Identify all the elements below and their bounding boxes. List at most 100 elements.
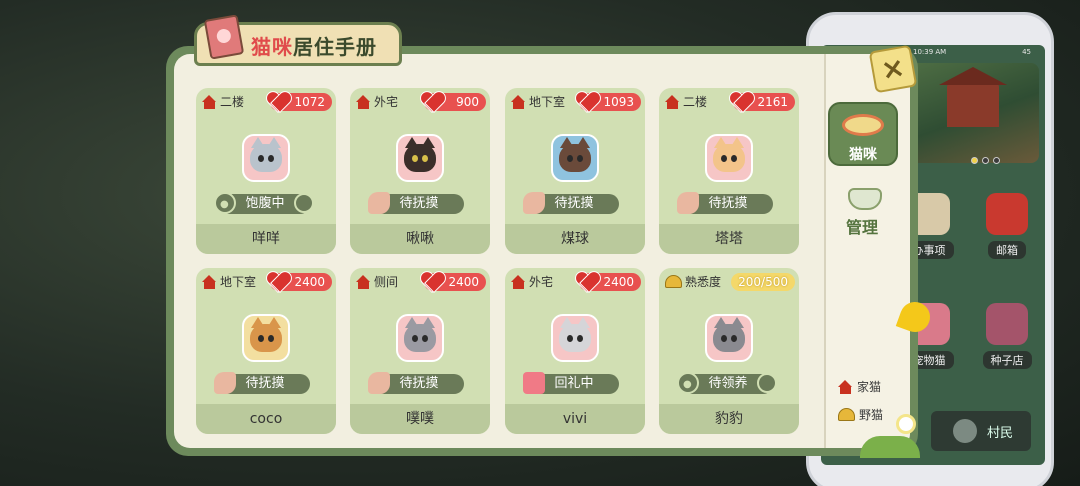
fish-bone-icon [842,114,884,136]
title-rest: 居住手册 [293,35,377,59]
legend-label: 野猫 [859,408,884,422]
status-pill[interactable]: 待抚摸 [214,372,310,394]
cat-face-icon [250,137,282,172]
affection-value: 2400 [294,275,325,289]
familiarity-badge: 200/500 [731,273,795,291]
cat-face-icon [250,317,282,352]
phone-app-label: 种子店 [982,351,1032,369]
cat-face-icon [713,137,745,172]
affection-value: 1072 [294,95,325,109]
cat-card[interactable]: 熟悉度 200/500 待领养 豹豹 [659,268,799,434]
house-icon [356,274,371,289]
phone-app-label: 邮箱 [988,241,1026,259]
tent-icon [665,275,682,288]
cat-name: 煤球 [505,224,645,254]
card-header: 熟悉度 200/500 [663,273,795,293]
card-location: 二楼 [665,93,707,110]
cat-card[interactable]: 地下室 1093 待抚摸 煤球 [505,88,645,254]
legend-label: 家猫 [857,380,882,394]
status-label: 待领养 [708,376,748,391]
hand-icon [368,192,390,214]
house-icon [356,94,371,109]
affection-value: 1093 [603,95,634,109]
card-header: 二楼 1072 [200,93,332,113]
hand-icon [368,372,390,394]
legend-wild-cat: 野猫 [838,406,883,423]
status-label: 饱腹中 [245,196,285,211]
phone-time: 10:39 AM [913,48,947,56]
tent-icon [838,408,855,421]
seed-shop-icon [986,303,1028,345]
legend-house-cat: 家猫 [838,378,881,395]
card-header: 侧间 2400 [354,273,486,293]
cat-face-icon [559,317,591,352]
food-bowl-icon[interactable] [848,188,882,210]
cat-card[interactable]: 二楼 2161 待抚摸 塔塔 [659,88,799,254]
card-location: 外宅 [356,93,398,110]
house-icon [838,379,853,394]
location-label: 外宅 [374,95,399,109]
status-label: 待抚摸 [399,376,439,391]
card-header: 外宅 2400 [509,273,641,293]
tab-cats-label: 猫咪 [849,147,877,163]
location-label: 二楼 [683,95,708,109]
location-label: 地下室 [220,275,257,289]
location-label: 侧间 [374,275,399,289]
phone-app-mail: 邮箱 [977,193,1037,259]
phone-battery: 45 [1022,48,1031,56]
status-pill[interactable]: 待抚摸 [368,192,464,214]
cat-card[interactable]: 地下室 2400 待抚摸 coco [196,268,336,434]
cat-name: 豹豹 [659,404,799,434]
card-location: 外宅 [511,273,553,290]
cat-card[interactable]: 外宅 2400 回礼中 vivi [505,268,645,434]
cat-avatar [551,134,599,182]
heart-icon [420,89,444,113]
cat-avatar [396,314,444,362]
house-icon [511,274,526,289]
tab-cats[interactable]: 猫咪 [828,102,898,166]
banner-pagination [971,149,1004,168]
card-header: 地下室 1093 [509,93,641,113]
paw-icon [214,192,236,215]
affection-value: 2400 [603,275,634,289]
handbook-title-tab: 猫咪居住手册 [194,14,402,66]
cat-face-icon [404,317,436,352]
cat-face-icon [404,137,436,172]
cat-card[interactable]: 二楼 1072 饱腹中 咩咩 [196,88,336,254]
affection-badge: 1072 [270,93,332,111]
heart-icon [266,89,290,113]
cat-name: 塔塔 [659,224,799,254]
status-pill[interactable]: 回礼中 [523,372,619,394]
cat-card[interactable]: 外宅 900 待抚摸 啾啾 [350,88,490,254]
cat-avatar [705,314,753,362]
close-button[interactable]: × [868,44,918,94]
status-pill[interactable]: 待领养 [677,372,777,395]
cat-face-icon [713,317,745,352]
cat-avatar [242,314,290,362]
affection-value: 900 [456,95,479,109]
cat-card[interactable]: 侧间 2400 待抚摸 噗噗 [350,268,490,434]
status-pill[interactable]: 待抚摸 [368,372,464,394]
card-location: 侧间 [356,273,398,290]
handbook-book-icon [203,14,245,60]
affection-badge: 2400 [424,273,486,291]
mailbox-icon [986,193,1028,235]
paw-icon [757,373,777,393]
location-label: 地下室 [529,95,566,109]
status-pill[interactable]: 待抚摸 [677,192,773,214]
location-label: 二楼 [220,95,245,109]
hand-icon [677,192,699,214]
cat-avatar [396,134,444,182]
card-location: 熟悉度 [665,273,721,290]
status-pill[interactable]: 饱腹中 [214,192,314,215]
status-pill[interactable]: 待抚摸 [523,192,619,214]
status-label: 待抚摸 [708,196,748,211]
cat-name: vivi [505,404,645,434]
affection-badge: 2400 [270,273,332,291]
location-label: 熟悉度 [685,275,722,289]
page-title: 猫咪居住手册 [251,31,377,60]
title-accent: 猫咪 [251,35,293,59]
banner-house-image [939,67,1007,127]
hand-icon [214,372,236,394]
manage-button[interactable]: 管理 [846,214,878,238]
